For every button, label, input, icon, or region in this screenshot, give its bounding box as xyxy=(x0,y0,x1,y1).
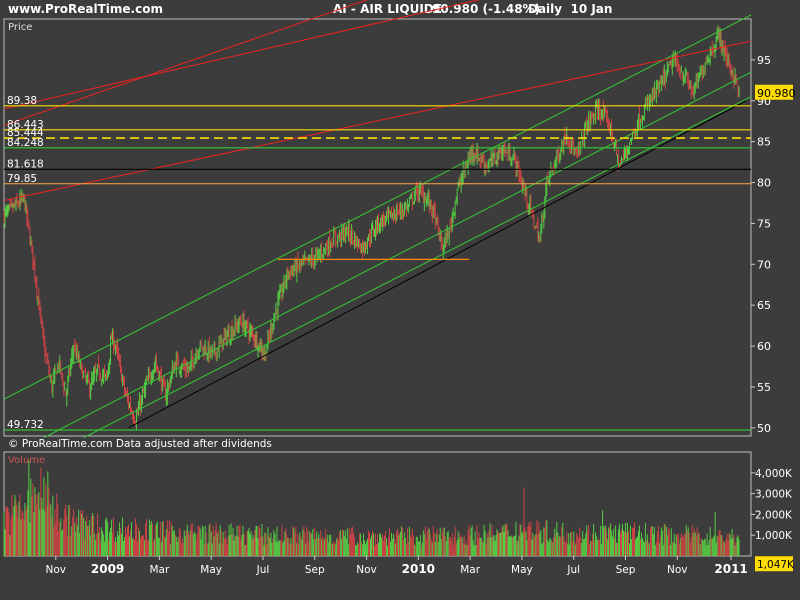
level-label: 49.732 xyxy=(7,419,44,431)
x-tick-label: May xyxy=(511,564,533,576)
price-tick-label: 50 xyxy=(757,422,771,435)
x-tick-label: Mar xyxy=(149,564,169,576)
price-tick-label: 85 xyxy=(757,136,771,149)
x-tick-label: Mar xyxy=(460,564,480,576)
x-tick-label: Nov xyxy=(46,564,67,576)
level-label: 79.85 xyxy=(7,173,37,185)
price-tick-label: 80 xyxy=(757,177,771,190)
price-tick-label: 95 xyxy=(757,54,771,67)
chart-canvas[interactable]: 505560657075808590951,000K2,000K3,000K4,… xyxy=(0,0,800,600)
x-tick-label: 2011 xyxy=(714,562,747,576)
volume-tick-label: 1,000K xyxy=(755,530,793,542)
price-tick-label: 60 xyxy=(757,340,771,353)
x-tick-label: Jul xyxy=(566,564,580,576)
price-tick-label: 70 xyxy=(757,258,771,271)
volume-tick-label: 4,000K xyxy=(755,468,793,480)
price-tick-label: 75 xyxy=(757,217,771,230)
level-label: 84.248 xyxy=(7,137,44,149)
x-tick-label: May xyxy=(200,564,222,576)
price-panel-title: Price xyxy=(8,22,32,33)
x-tick-label: Sep xyxy=(616,564,636,576)
volume-panel-title: Volume xyxy=(8,455,45,466)
volume-tick-label: 3,000K xyxy=(755,489,793,501)
level-label: 81.618 xyxy=(7,158,44,170)
level-label: 89.38 xyxy=(7,95,37,107)
last-price-label: 90.980 xyxy=(757,87,796,100)
price-tick-label: 65 xyxy=(757,299,771,312)
x-tick-label: Jul xyxy=(256,564,270,576)
x-tick-label: Sep xyxy=(305,564,325,576)
data-credit: © ProRealTime.com Data adjusted after di… xyxy=(8,438,272,450)
x-tick-label: 2009 xyxy=(91,562,124,576)
last-volume-label: 1,047K xyxy=(757,559,795,571)
x-tick-label: 2010 xyxy=(402,562,435,576)
price-tick-label: 55 xyxy=(757,381,771,394)
volume-tick-label: 2,000K xyxy=(755,509,793,521)
x-tick-label: Nov xyxy=(667,564,688,576)
x-tick-label: Nov xyxy=(356,564,377,576)
